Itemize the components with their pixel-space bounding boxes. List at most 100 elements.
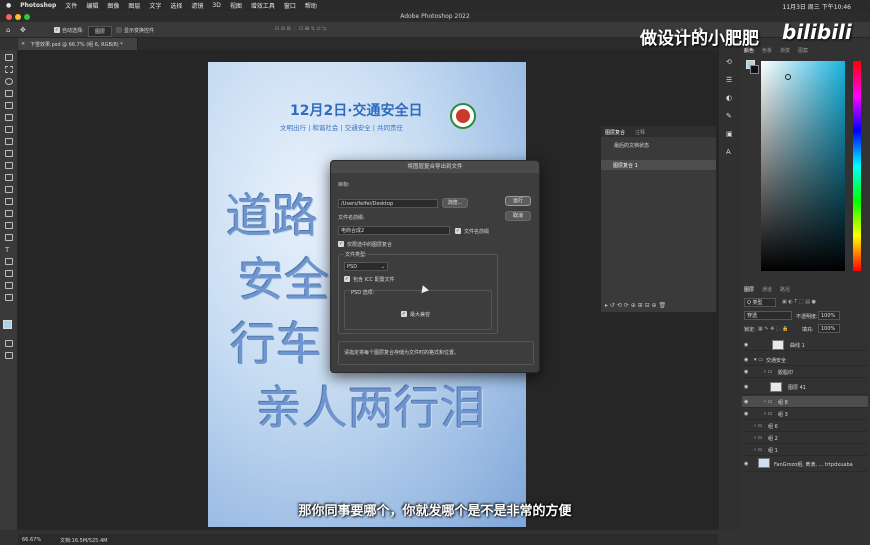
layer-row[interactable]: ◉ ▾ ▭ 交通安全 [742,354,868,366]
selected-only-checkbox[interactable]: ✓ [338,241,344,247]
menu-plugins[interactable]: 增效工具 [251,1,275,10]
dodge-tool-icon[interactable] [5,222,13,229]
pen-tool-icon[interactable] [5,234,13,241]
eye-icon[interactable]: ◉ [744,461,748,467]
layer-filter-icons[interactable]: ▣ ◐ T ⬚ ▤ ● [782,299,816,305]
color-picker-cursor[interactable] [785,74,791,80]
layer-row[interactable]: ◉ FanGrozo组, 黄滴, ... trtpdxuaba [742,456,868,472]
auto-select-dropdown[interactable]: 图层 [88,26,113,37]
tab-gradients[interactable]: 渐变 [780,47,790,54]
prefix-checkbox[interactable]: ✓ [455,228,461,234]
close-tab-icon[interactable]: × [21,41,25,47]
layer-row[interactable]: › ▭ 组 1 [742,444,868,456]
character-icon[interactable]: A [726,148,731,156]
move-tool-icon[interactable]: ✥ [20,26,26,34]
menu-3d[interactable]: 3D [212,2,220,9]
home-icon[interactable]: ⌂ [6,26,10,34]
layer-comps-icon[interactable]: ▣ [726,130,733,138]
menu-type[interactable]: 文字 [149,1,161,10]
layer-row[interactable]: ◉ › ▭ 组 3 [742,408,868,420]
layer-row-selected[interactable]: ◉ › ▭ 组 8 [742,396,868,408]
icc-checkbox[interactable]: ✓ [344,276,350,282]
document-tab[interactable]: 下雪效果.psd @ 66.7% (组 6, RGB/8) * × [18,38,138,50]
brush-tool-icon[interactable] [5,150,13,157]
frame-tool-icon[interactable] [5,114,13,121]
properties-icon[interactable]: ☰ [726,76,732,84]
menu-edit[interactable]: 编辑 [86,1,98,10]
panel-background-swatch[interactable] [750,65,759,74]
color-picker-field[interactable] [761,61,845,271]
browse-button[interactable]: 浏览... [442,198,468,208]
max-compat-checkbox[interactable]: ✓ [401,311,407,317]
eye-icon[interactable]: ◉ [744,399,748,405]
move-tool-icon[interactable] [5,54,13,61]
eye-icon[interactable]: ◉ [744,342,748,348]
show-transform-checkbox[interactable] [116,27,122,33]
layer-row[interactable]: ◉ 曲线 1 [742,339,868,351]
eye-icon[interactable]: ◉ [744,411,748,417]
align-icons[interactable]: ⊟ ⊞ ⊠ ⋮ ⊡ ⊟ [275,26,309,32]
last-doc-state[interactable]: 最后的文档状态 [614,142,649,149]
menu-view[interactable]: 视图 [230,1,242,10]
hand-tool-icon[interactable] [5,282,13,289]
opacity-field[interactable]: 100% [818,311,840,320]
tab-swatches[interactable]: 色板 [762,47,772,54]
blend-mode-dropdown[interactable]: 穿透 [744,311,792,320]
lock-icons[interactable]: ▦ ✎ ✥ ⬚ 🔒 [758,326,788,332]
history-icon[interactable]: ⟲ [726,58,732,66]
apple-icon[interactable]: ● [6,2,11,9]
layer-comp-actions[interactable]: ▸ ↺ ⟲ ⟳ ⊕ ⊞ ⊟ ⊕ 🗑 [605,302,666,309]
quick-mask-icon[interactable] [5,340,13,347]
tab-patterns[interactable]: 图案 [798,47,808,54]
distribute-icons[interactable]: ⇹ ⇅ ⇄ ⇆ [305,26,327,32]
zoom-level[interactable]: 66.67% [22,537,41,543]
destination-field[interactable]: /Users/feifei/Desktop [338,199,438,208]
tab-channels[interactable]: 通道 [762,286,772,293]
eraser-tool-icon[interactable] [5,186,13,193]
screen-mode-icon[interactable] [5,352,13,359]
run-button[interactable]: 运行 [505,196,531,206]
menu-layer[interactable]: 图层 [128,1,140,10]
eyedropper-icon[interactable] [5,126,13,133]
layer-filter-kind[interactable]: Q 类型 [744,298,776,307]
cancel-button[interactable]: 取消 [505,211,531,221]
lasso-tool-icon[interactable] [5,78,13,85]
menu-app[interactable]: Photoshop [20,2,56,9]
tab-layers[interactable]: 图层 [744,286,754,293]
menu-image[interactable]: 图像 [107,1,119,10]
prefix-field[interactable]: 电商合成2 [338,226,450,235]
healing-brush-icon[interactable] [5,138,13,145]
layer-row[interactable]: ◉ 图层 41 [742,380,868,395]
blur-tool-icon[interactable] [5,210,13,217]
zoom-tool-icon[interactable] [5,294,13,301]
eye-icon[interactable]: ◉ [744,384,748,390]
marquee-tool-icon[interactable] [5,66,13,73]
history-brush-icon[interactable] [5,174,13,181]
clone-stamp-icon[interactable] [5,162,13,169]
fill-field[interactable]: 100% [818,324,840,333]
menu-file[interactable]: 文件 [65,1,77,10]
menu-select[interactable]: 选择 [170,1,182,10]
layer-row[interactable]: ◉ › ▭ 胶脂印 [742,366,868,378]
menu-window[interactable]: 窗口 [284,1,296,10]
layer-row[interactable]: › ▭ 组 2 [742,432,868,444]
path-select-icon[interactable] [5,258,13,265]
tab-layer-comps[interactable]: 图层复合 [605,129,625,136]
filetype-dropdown[interactable]: PSD ⌄ [344,262,388,271]
layer-row[interactable]: › ▭ 组 6 [742,420,868,432]
foreground-color-swatch[interactable] [3,320,12,329]
adjust-icon[interactable]: ◐ [726,94,732,102]
eye-icon[interactable]: ◉ [744,369,748,375]
menu-help[interactable]: 帮助 [305,1,317,10]
gradient-tool-icon[interactable] [5,198,13,205]
tab-notes[interactable]: 注释 [635,129,645,136]
hue-slider[interactable] [853,61,861,271]
tab-paths[interactable]: 路径 [780,286,790,293]
crop-tool-icon[interactable] [5,102,13,109]
auto-select-checkbox[interactable]: ✓ [54,27,60,33]
eye-icon[interactable]: ◉ [744,357,748,363]
shape-tool-icon[interactable] [5,270,13,277]
menu-filter[interactable]: 滤镜 [191,1,203,10]
quick-select-icon[interactable] [5,90,13,97]
brush-settings-icon[interactable]: ✎ [726,112,732,120]
